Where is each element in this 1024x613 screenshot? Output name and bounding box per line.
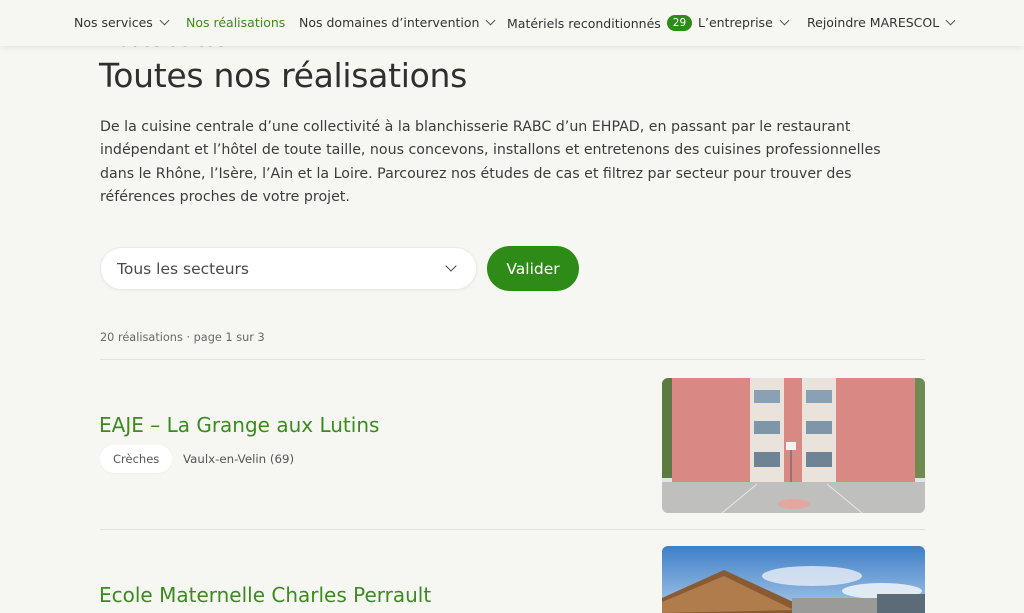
chevron-down-icon: [445, 260, 457, 272]
nav-item-entreprise[interactable]: L’entreprise: [698, 15, 790, 30]
nav-item-label: L’entreprise: [698, 15, 773, 30]
nav-item-label: Nos réalisations: [186, 15, 286, 30]
nav-item-label: Matériels reconditionnés: [507, 15, 661, 31]
project-title-link[interactable]: EAJE – La Grange aux Lutins: [99, 413, 379, 437]
divider: [100, 359, 925, 360]
chevron-down-icon: [159, 15, 170, 26]
chevron-down-icon: [486, 15, 496, 26]
nav-item-domaines[interactable]: Nos domaines d’intervention: [299, 15, 496, 30]
nav-item-rejoindre[interactable]: Rejoindre MARESCOL: [807, 15, 956, 30]
chevron-down-icon: [945, 15, 956, 26]
project-thumbnail[interactable]: [662, 546, 925, 613]
sector-select-value: Tous les secteurs: [117, 260, 250, 278]
nav-item-label: Nos services: [74, 15, 153, 30]
project-thumbnail[interactable]: [662, 378, 925, 513]
nav-item-label: Rejoindre MARESCOL: [807, 15, 940, 30]
divider: [100, 529, 925, 530]
count-badge: 29: [666, 15, 693, 31]
building-photo: [662, 378, 925, 513]
submit-button[interactable]: Valider: [487, 246, 579, 291]
project-location: Vaulx-en-Velin (69): [183, 452, 295, 466]
nav-item-materiels[interactable]: Matériels reconditionnés 29: [507, 15, 693, 31]
results-count: 20 réalisations · page 1 sur 3: [100, 331, 265, 344]
project-title-link[interactable]: Ecole Maternelle Charles Perrault: [99, 583, 431, 607]
chevron-down-icon: [779, 15, 790, 26]
nav-item-realisations[interactable]: Nos réalisations: [186, 15, 285, 30]
sector-select[interactable]: Tous les secteurs: [100, 247, 477, 290]
page-title: Toutes nos réalisations: [99, 56, 467, 95]
top-navigation: Nos services Nos réalisations Nos domain…: [0, 0, 1024, 46]
school-photo: [662, 546, 925, 613]
nav-item-label: Nos domaines d’intervention: [299, 15, 480, 30]
page-intro: De la cuisine centrale d’une collectivit…: [100, 119, 881, 205]
nav-item-services[interactable]: Nos services: [74, 15, 170, 30]
sector-tag[interactable]: Crèches: [100, 445, 173, 473]
